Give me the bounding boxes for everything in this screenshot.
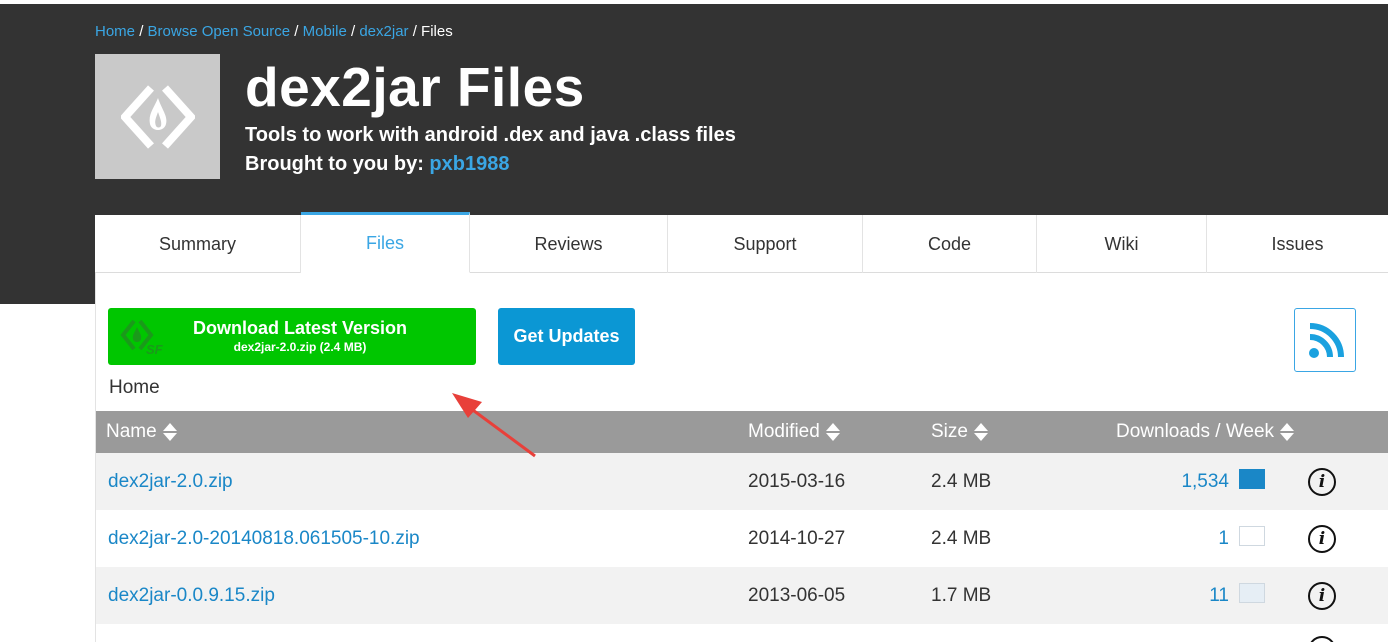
sort-icon — [1280, 422, 1295, 442]
file-size: 2.4 MB — [931, 470, 992, 492]
breadcrumb-separator: / — [294, 23, 299, 40]
column-size-label: Size — [931, 421, 968, 442]
tab-support[interactable]: Support — [668, 215, 863, 273]
breadcrumb-separator: / — [139, 23, 144, 40]
column-name[interactable]: Name — [106, 411, 177, 453]
current-folder: Home — [109, 377, 160, 398]
file-link[interactable]: dex2jar-2.0.zip — [108, 471, 233, 493]
table-row: dex2jar-0.0.9.15.zip 2013-06-05 1.7 MB 1… — [96, 567, 1388, 624]
file-modified: 2015-03-16 — [748, 470, 846, 492]
info-icon[interactable]: i — [1308, 582, 1336, 610]
download-sparkline-icon — [1239, 526, 1265, 546]
tab-reviews[interactable]: Reviews — [470, 215, 668, 273]
breadcrumb: Home / Browse Open Source / Mobile / dex… — [95, 23, 453, 40]
column-downloads-label: Downloads / Week — [1116, 421, 1275, 442]
column-size[interactable]: Size — [931, 411, 988, 453]
download-label: Download Latest Version — [192, 318, 408, 338]
tab-issues[interactable]: Issues — [1207, 215, 1388, 273]
file-downloads[interactable]: 11 — [1089, 567, 1229, 624]
file-downloads[interactable]: 1 — [1089, 510, 1229, 567]
annotation-arrow — [452, 393, 536, 458]
get-updates-button[interactable]: Get Updates — [498, 308, 635, 365]
column-name-label: Name — [106, 421, 157, 442]
rss-icon — [1309, 323, 1344, 358]
tab-summary[interactable]: Summary — [95, 215, 301, 273]
tab-wiki[interactable]: Wiki — [1037, 215, 1207, 273]
breadcrumb-mobile[interactable]: Mobile — [303, 23, 347, 40]
download-latest-button[interactable]: SF Download Latest Version dex2jar-2.0.z… — [108, 308, 476, 365]
sort-icon — [825, 422, 840, 442]
table-row: dex2jar-2.0.zip 2015-03-16 2.4 MB 1,534 … — [96, 453, 1388, 510]
table-row: i — [96, 624, 1388, 642]
project-author: Brought to you by: pxb1988 — [245, 153, 509, 176]
project-tabs: Summary Files Reviews Support Code Wiki … — [95, 212, 1388, 273]
sort-icon — [162, 422, 177, 442]
breadcrumb-browse[interactable]: Browse Open Source — [148, 23, 291, 40]
project-logo[interactable] — [95, 54, 220, 179]
author-link[interactable]: pxb1988 — [429, 153, 509, 175]
breadcrumb-separator: / — [350, 23, 356, 40]
project-description: Tools to work with android .dex and java… — [245, 124, 736, 146]
file-link[interactable]: dex2jar-0.0.9.15.zip — [108, 585, 275, 607]
sourceforge-logo-icon — [121, 85, 195, 149]
column-downloads[interactable]: Downloads / Week — [1116, 411, 1295, 453]
page-title: dex2jar Files — [245, 56, 585, 118]
download-filename: dex2jar-2.0.zip (2.4 MB) — [233, 340, 367, 354]
files-table-header: Name Modified Size Downloads / Week — [96, 411, 1388, 453]
download-sparkline-icon — [1239, 583, 1265, 603]
file-size: 2.4 MB — [931, 527, 992, 549]
info-icon[interactable]: i — [1308, 636, 1336, 642]
column-modified[interactable]: Modified — [748, 411, 840, 453]
file-downloads[interactable]: 1,534 — [1089, 453, 1229, 510]
author-prefix: Brought to you by: — [245, 153, 424, 175]
file-link[interactable]: dex2jar-2.0-20140818.061505-10.zip — [108, 528, 420, 550]
breadcrumb-current: Files — [421, 23, 453, 40]
info-icon[interactable]: i — [1308, 468, 1336, 496]
breadcrumb-home[interactable]: Home — [95, 23, 135, 40]
file-size: 1.7 MB — [931, 584, 992, 606]
sort-icon — [973, 422, 988, 442]
tab-files[interactable]: Files — [301, 212, 470, 273]
info-icon[interactable]: i — [1308, 525, 1336, 553]
breadcrumb-separator: / — [412, 23, 417, 40]
tab-code[interactable]: Code — [863, 215, 1037, 273]
column-modified-label: Modified — [748, 421, 820, 442]
table-row: dex2jar-2.0-20140818.061505-10.zip 2014-… — [96, 510, 1388, 567]
rss-feed-button[interactable] — [1294, 308, 1356, 372]
file-modified: 2013-06-05 — [748, 584, 846, 606]
file-modified: 2014-10-27 — [748, 527, 846, 549]
download-sparkline-icon — [1239, 469, 1265, 489]
breadcrumb-project[interactable]: dex2jar — [359, 23, 408, 40]
